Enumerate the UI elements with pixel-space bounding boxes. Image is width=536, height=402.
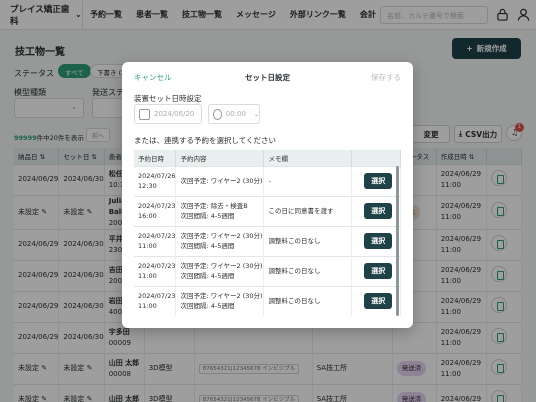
appt-datetime: 2024/07/23 11:00 bbox=[134, 285, 177, 316]
appt-datetime: 2024/07/23 16:00 bbox=[134, 195, 177, 226]
set-date-modal: キャンセル セット日設定 保存する 装置セット日時設定 2024/06/20 0… bbox=[122, 62, 413, 328]
appointment-row: 2024/07/26 12:30 次回予定: ワイヤー2 (30分) - 選択 bbox=[134, 165, 401, 196]
select-button[interactable]: 選択 bbox=[364, 203, 393, 219]
col-appt-action bbox=[351, 150, 401, 166]
appt-memo: 調整料この日なし bbox=[263, 225, 353, 256]
date-input[interactable]: 2024/06/20 bbox=[134, 104, 202, 124]
appt-memo: この日に同意書を渡す bbox=[263, 195, 353, 226]
modal-title: セット日設定 bbox=[245, 73, 290, 82]
or-select-label: または、連携する予約を選択してください bbox=[134, 136, 277, 145]
select-button[interactable]: 選択 bbox=[364, 263, 393, 279]
time-value: 00:00 bbox=[225, 110, 246, 118]
appointment-table: 予約日時 予約内容 メモ欄 2024/07/26 12:30 次回予定: ワイヤー… bbox=[134, 150, 401, 316]
select-button[interactable]: 選択 bbox=[364, 233, 393, 249]
appt-memo: 調整料この日なし bbox=[263, 285, 353, 316]
appointment-row: 2024/07/23 11:00 次回予定: ワイヤー2 (30分) 次回間隔: … bbox=[134, 255, 401, 286]
save-button[interactable]: 保存する bbox=[371, 72, 401, 83]
appt-action: 選択 bbox=[351, 195, 401, 226]
appt-action: 選択 bbox=[351, 285, 401, 316]
appt-action: 選択 bbox=[351, 225, 401, 256]
appt-action: 選択 bbox=[351, 255, 401, 286]
date-value: 2024/06/20 bbox=[154, 110, 195, 118]
chevron-down-icon: ⌄ bbox=[253, 110, 259, 118]
calendar-icon bbox=[139, 108, 150, 120]
date-setting-label: 装置セット日時設定 bbox=[134, 94, 202, 103]
appointment-row: 2024/07/23 11:00 次回予定: ワイヤー2 (30分) 次回間隔: … bbox=[134, 225, 401, 256]
appt-datetime: 2024/07/23 11:00 bbox=[134, 225, 177, 256]
col-appt-memo: メモ欄 bbox=[263, 150, 353, 166]
select-button[interactable]: 選択 bbox=[364, 173, 393, 189]
appointment-row: 2024/07/23 16:00 次回予定: 除去・検査B 次回間隔: 4-5週間… bbox=[134, 195, 401, 226]
appt-datetime: 2024/07/26 12:30 bbox=[134, 165, 177, 196]
clock-icon bbox=[213, 108, 222, 120]
time-input[interactable]: 00:00 ⌄ bbox=[208, 104, 260, 124]
appt-content: 次回予定: ワイヤー2 (30分) 次回間隔: 4-5週間 bbox=[175, 225, 265, 256]
appt-content: 次回予定: ワイヤー2 (30分) 次回間隔: 4-5週間 bbox=[175, 285, 265, 316]
appt-action: 選択 bbox=[351, 165, 401, 196]
appt-content: 次回予定: ワイヤー2 (30分) 次回間隔: 4-5週間 bbox=[175, 255, 265, 286]
appt-memo: - bbox=[263, 165, 353, 196]
appt-memo: 調整料この日なし bbox=[263, 255, 353, 286]
appt-content: 次回予定: ワイヤー2 (30分) bbox=[175, 165, 265, 196]
col-appt-date: 予約日時 bbox=[134, 150, 177, 166]
appointment-row: 2024/07/23 11:00 次回予定: ワイヤー2 (30分) 次回間隔: … bbox=[134, 285, 401, 316]
select-button[interactable]: 選択 bbox=[364, 293, 393, 310]
col-appt-content: 予約内容 bbox=[175, 150, 265, 166]
scrollbar[interactable] bbox=[396, 166, 399, 316]
appt-content: 次回予定: 除去・検査B 次回間隔: 4-5週間 bbox=[175, 195, 265, 226]
appt-datetime: 2024/07/23 11:00 bbox=[134, 255, 177, 286]
